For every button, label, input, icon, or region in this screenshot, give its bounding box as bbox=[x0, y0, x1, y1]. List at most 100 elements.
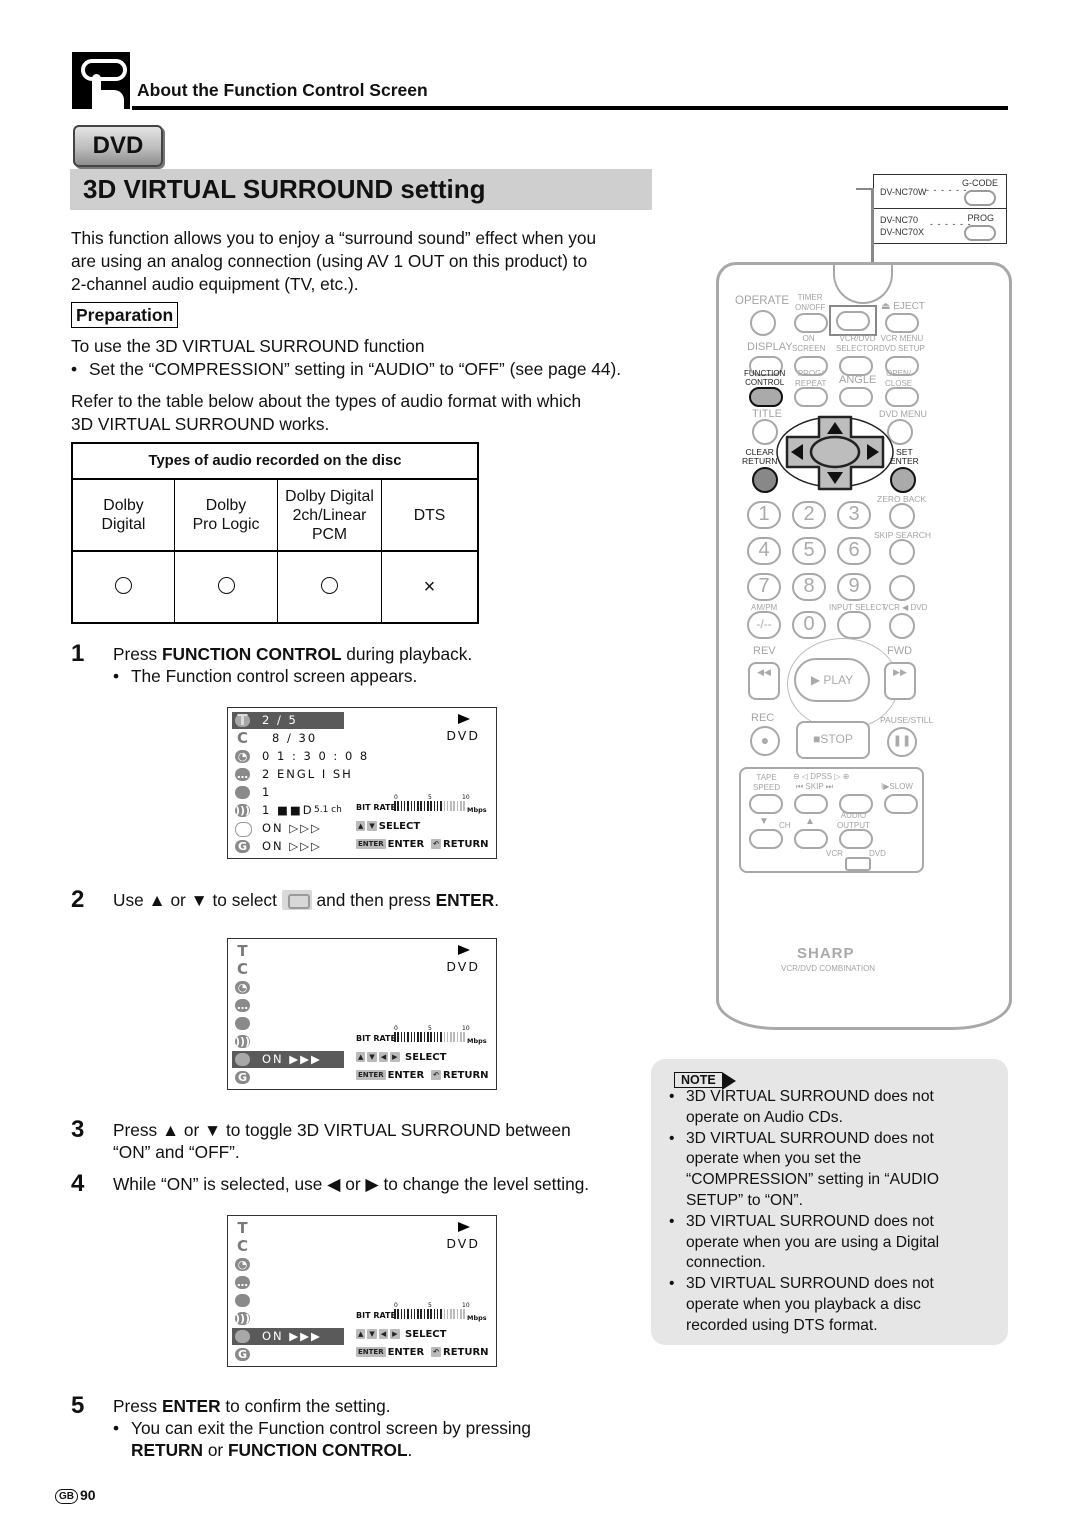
function-control-button[interactable] bbox=[749, 387, 783, 407]
number-button[interactable]: 7 bbox=[747, 573, 781, 601]
prog-repeat-label: PROG/REPEAT bbox=[795, 369, 826, 389]
tape-speed-button[interactable] bbox=[749, 794, 783, 814]
text: You can exit the Function control screen… bbox=[131, 1418, 531, 1438]
operate-button[interactable] bbox=[750, 310, 776, 336]
step-4-text: While “ON” is selected, use ◀ or ▶ to ch… bbox=[113, 1174, 590, 1194]
gcode-button[interactable] bbox=[964, 190, 996, 206]
skip-back-button[interactable] bbox=[794, 794, 828, 814]
number-button[interactable]: 9 bbox=[837, 573, 871, 601]
return-button[interactable] bbox=[752, 467, 778, 493]
bit-rate-unit: Mbps bbox=[467, 1314, 487, 1322]
number-button[interactable]: 3 bbox=[837, 501, 871, 529]
ampm-button[interactable]: -/-- bbox=[747, 611, 781, 639]
right-key-icon: ▶ bbox=[390, 1329, 400, 1339]
meter-segment bbox=[403, 1032, 406, 1042]
number-button[interactable]: 6 bbox=[837, 537, 871, 565]
fwd-button[interactable]: ▶▶ bbox=[884, 662, 916, 700]
step-5-text: Press ENTER to confirm the setting. bbox=[113, 1395, 391, 1417]
enter-label: ENTER bbox=[387, 1347, 425, 1358]
meter-segment bbox=[410, 801, 412, 811]
prog-label: PROG bbox=[967, 213, 994, 223]
zero-back-button[interactable] bbox=[889, 503, 915, 529]
vcr-dvd-switch[interactable] bbox=[845, 857, 871, 871]
number-button[interactable]: 5 bbox=[792, 537, 826, 565]
header-line: Digital bbox=[101, 516, 146, 533]
circle-mark-icon bbox=[217, 576, 235, 594]
meter-segment bbox=[423, 1309, 426, 1319]
label: TIMER bbox=[797, 293, 823, 302]
chapter-icon: C bbox=[236, 960, 248, 978]
return-label: RETURN bbox=[443, 1347, 489, 1358]
repeat-button[interactable] bbox=[794, 387, 828, 407]
rec-button[interactable]: ● bbox=[750, 726, 780, 756]
tick-label: 0 bbox=[394, 1302, 398, 1309]
rev-button[interactable]: ◀◀ bbox=[748, 662, 780, 700]
rec-label: REC bbox=[751, 712, 775, 724]
enter-button[interactable] bbox=[890, 467, 916, 493]
meter-segment bbox=[463, 1032, 465, 1042]
meter-segment bbox=[450, 801, 452, 811]
subtitle-icon: … bbox=[235, 768, 250, 781]
text: or bbox=[203, 1440, 228, 1460]
channel-down-button[interactable] bbox=[749, 829, 783, 849]
number-button[interactable]: 8 bbox=[792, 573, 826, 601]
number-button[interactable]: 1 bbox=[747, 501, 781, 529]
timer-button[interactable] bbox=[794, 313, 828, 333]
number-button[interactable]: 4 bbox=[747, 537, 781, 565]
osd-row-subtitle: … 2 ENGL I SH bbox=[232, 766, 351, 783]
input-select-button[interactable] bbox=[837, 611, 871, 639]
prog-button[interactable] bbox=[964, 225, 996, 241]
set-enter-label: SET ENTER bbox=[890, 448, 919, 466]
play-button[interactable]: ▶ PLAY bbox=[794, 658, 870, 702]
clear-return-label: CLEAR RETURN bbox=[742, 448, 777, 466]
step-number: 5 bbox=[71, 1392, 85, 1419]
vcr-to-dvd-button[interactable] bbox=[889, 613, 915, 639]
angle-button[interactable] bbox=[839, 387, 873, 407]
number-button[interactable]: 2 bbox=[792, 501, 826, 529]
disc-type: DVD bbox=[446, 728, 480, 743]
gcode-prog-button[interactable] bbox=[836, 311, 870, 331]
osd-row-surround: ON ▶▶▶ bbox=[232, 1051, 344, 1068]
vcr-label: VCR bbox=[826, 849, 843, 858]
chapter-value: 8 / 30 bbox=[272, 731, 318, 745]
number-button[interactable]: 0 bbox=[792, 611, 826, 639]
text: . bbox=[407, 1440, 413, 1460]
surround-icon bbox=[235, 822, 252, 837]
product-label: VCR/DVD COMBINATION bbox=[781, 964, 876, 973]
table-header-cell: Dolby Pro Logic bbox=[174, 478, 278, 552]
enter-key-icon: ENTER bbox=[356, 1347, 386, 1357]
tick-label: 5 bbox=[428, 1025, 432, 1032]
label: SCREEN bbox=[792, 344, 826, 353]
eject-button[interactable] bbox=[885, 313, 919, 333]
open-close-button[interactable] bbox=[885, 387, 919, 407]
vcr-dvd-selector-button[interactable] bbox=[839, 356, 873, 376]
tick-label: 10 bbox=[462, 1025, 470, 1032]
function-control-hand-icon bbox=[72, 52, 130, 109]
play-status-icon bbox=[458, 714, 470, 724]
meter-segment bbox=[433, 1309, 436, 1319]
intro-line: 2-channel audio equipment (TV, etc.). bbox=[71, 274, 359, 294]
blank-button[interactable] bbox=[889, 575, 915, 601]
channel-up-button[interactable] bbox=[794, 829, 828, 849]
meter-segment bbox=[410, 1032, 412, 1042]
display-label: DISPLAY bbox=[747, 341, 793, 353]
skip-search-button[interactable] bbox=[889, 539, 915, 565]
osd-row-gamma: G bbox=[232, 1069, 344, 1086]
remote-control: OPERATE TIMER ON/OFF ⏏ EJECT DISPLAY ON SC… bbox=[716, 262, 1012, 1030]
preparation-bullet-text: Set the “COMPRESSION” setting in “AUDIO”… bbox=[89, 359, 622, 379]
key-label: ENTER bbox=[435, 890, 495, 910]
select-label: SELECT bbox=[405, 1329, 447, 1340]
osd-row-audio: ))) bbox=[232, 1310, 344, 1327]
meter-segment bbox=[430, 1032, 432, 1042]
meter-segment bbox=[463, 1309, 465, 1319]
pause-button[interactable]: ❚❚ bbox=[887, 727, 917, 757]
intro-line: are using an analog connection (using AV… bbox=[71, 251, 588, 271]
return-key-icon: ↶ bbox=[431, 1347, 441, 1357]
slow-button[interactable] bbox=[884, 794, 918, 814]
stop-button[interactable]: ■STOP bbox=[796, 721, 870, 759]
gamma-icon: G bbox=[235, 1348, 250, 1361]
audio-output-button[interactable] bbox=[839, 829, 873, 849]
osd-select-hint: ▲ ▼ SELECT bbox=[356, 821, 420, 832]
bit-rate-label: BIT RATE bbox=[356, 1311, 396, 1320]
meter-segment bbox=[407, 1309, 409, 1319]
